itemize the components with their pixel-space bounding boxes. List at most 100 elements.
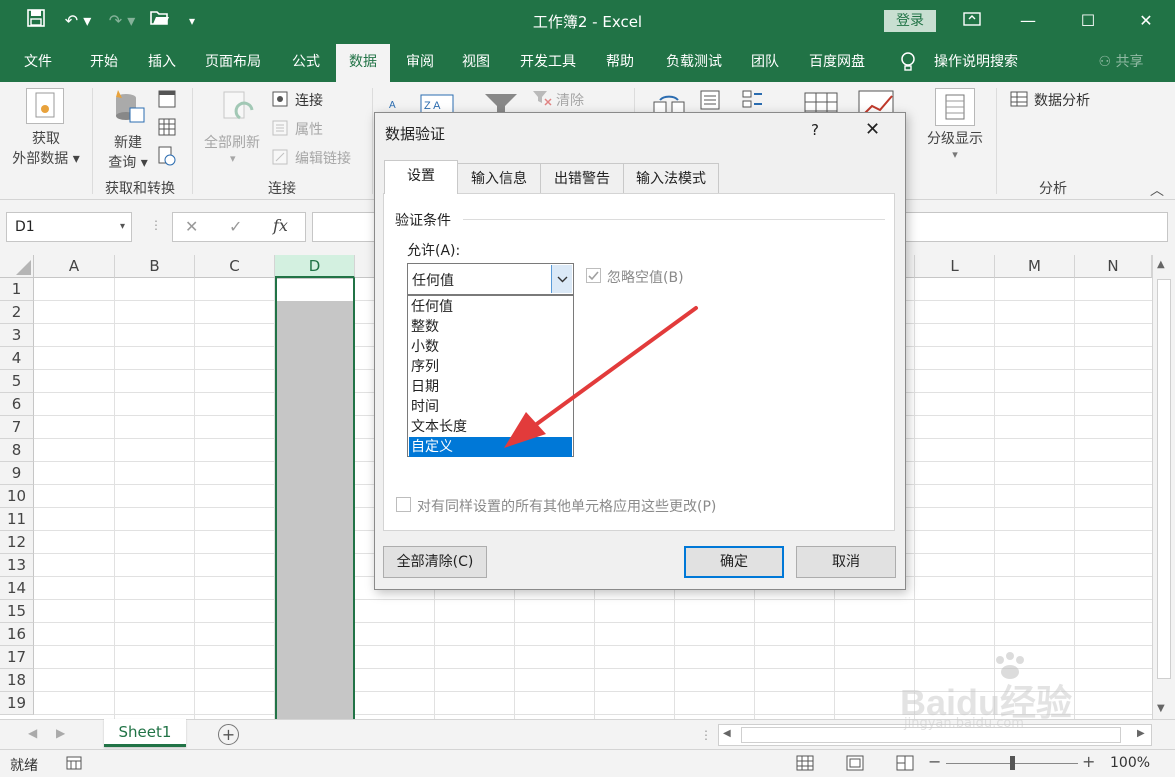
- login-button[interactable]: 登录: [884, 10, 936, 32]
- flash-fill-icon[interactable]: [700, 90, 720, 114]
- tab-help[interactable]: 帮助: [594, 42, 646, 82]
- ok-button[interactable]: 确定: [684, 546, 784, 578]
- tab-file[interactable]: 文件: [12, 42, 64, 82]
- page-break-view-icon[interactable]: [896, 755, 914, 775]
- row-header[interactable]: 1: [0, 278, 34, 301]
- tab-view[interactable]: 视图: [450, 42, 502, 82]
- column-header[interactable]: L: [915, 255, 995, 278]
- cancel-entry-icon[interactable]: ✕: [185, 217, 198, 236]
- tab-formulas[interactable]: 公式: [280, 42, 332, 82]
- row-header[interactable]: 2: [0, 301, 34, 324]
- allow-select[interactable]: 任何值: [407, 263, 574, 295]
- allow-dropdown-button[interactable]: [551, 265, 572, 293]
- minimize-icon[interactable]: —: [1008, 8, 1048, 34]
- column-header[interactable]: A: [34, 255, 115, 278]
- close-window-icon[interactable]: ✕: [1126, 8, 1166, 34]
- tab-data[interactable]: 数据: [336, 44, 390, 82]
- name-box-dropdown-icon[interactable]: ▾: [120, 213, 125, 241]
- active-cell-d1[interactable]: [277, 279, 353, 301]
- confirm-entry-icon[interactable]: ✓: [229, 217, 242, 236]
- row-header[interactable]: 5: [0, 370, 34, 393]
- connections-button[interactable]: 连接: [295, 90, 323, 110]
- tab-page-layout[interactable]: 页面布局: [196, 42, 270, 82]
- column-header[interactable]: C: [195, 255, 275, 278]
- scroll-right-icon[interactable]: ▶: [1137, 728, 1145, 739]
- select-all-corner[interactable]: [0, 255, 34, 278]
- tab-team[interactable]: 团队: [740, 42, 790, 82]
- refresh-dropdown-icon[interactable]: ▾: [230, 152, 236, 165]
- refresh-all-button[interactable]: 全部刷新: [204, 132, 260, 152]
- dialog-help-button[interactable]: ?: [811, 121, 819, 139]
- row-header[interactable]: 6: [0, 393, 34, 416]
- properties-button[interactable]: 属性: [295, 119, 323, 139]
- row-header[interactable]: 4: [0, 347, 34, 370]
- row-header[interactable]: 10: [0, 485, 34, 508]
- show-queries-icon[interactable]: [158, 90, 176, 112]
- tell-me-search[interactable]: 操作说明搜索: [926, 42, 1026, 82]
- sheet-tab-sheet1[interactable]: Sheet1: [104, 719, 186, 747]
- zoom-out-icon[interactable]: −: [928, 752, 941, 771]
- cancel-button[interactable]: 取消: [796, 546, 896, 578]
- row-header[interactable]: 11: [0, 508, 34, 531]
- row-header[interactable]: 12: [0, 531, 34, 554]
- selected-column-d[interactable]: [275, 278, 355, 719]
- add-sheet-icon[interactable]: +: [218, 724, 239, 745]
- scroll-up-icon[interactable]: ▲: [1157, 259, 1165, 270]
- column-header[interactable]: B: [115, 255, 195, 278]
- tab-review[interactable]: 审阅: [394, 42, 446, 82]
- collapse-ribbon-icon[interactable]: ︿: [1150, 180, 1164, 200]
- recent-sources-icon[interactable]: [158, 146, 176, 170]
- edit-links-button[interactable]: 编辑链接: [295, 148, 351, 168]
- ignore-blank-checkbox[interactable]: [586, 268, 601, 283]
- from-table-icon[interactable]: [158, 118, 176, 140]
- row-header[interactable]: 7: [0, 416, 34, 439]
- ribbon-display-icon[interactable]: [952, 8, 992, 34]
- zoom-in-icon[interactable]: +: [1082, 752, 1095, 771]
- scroll-down-icon[interactable]: ▼: [1157, 703, 1165, 714]
- tab-insert[interactable]: 插入: [136, 42, 188, 82]
- normal-view-icon[interactable]: [796, 755, 814, 775]
- get-external-data-button[interactable]: 获取 外部数据 ▾: [8, 128, 84, 168]
- tab-load-test[interactable]: 负载测试: [656, 42, 732, 82]
- apply-all-checkbox[interactable]: [396, 497, 411, 512]
- vertical-scrollbar[interactable]: ▲ ▼: [1152, 255, 1175, 719]
- macro-record-icon[interactable]: [66, 755, 82, 775]
- dialog-close-icon[interactable]: ✕: [865, 119, 880, 140]
- row-header[interactable]: 8: [0, 439, 34, 462]
- remove-duplicates-icon[interactable]: [742, 90, 764, 114]
- tab-baidu-netdisk[interactable]: 百度网盘: [800, 42, 874, 82]
- zoom-slider-thumb[interactable]: [1010, 756, 1015, 770]
- tab-input-message[interactable]: 输入信息: [457, 163, 541, 193]
- new-query-button[interactable]: 新建 查询 ▾: [100, 132, 156, 172]
- row-header[interactable]: 9: [0, 462, 34, 485]
- tab-settings[interactable]: 设置: [384, 160, 458, 194]
- row-header[interactable]: 13: [0, 554, 34, 577]
- vertical-scroll-thumb[interactable]: [1157, 279, 1171, 679]
- page-layout-view-icon[interactable]: [846, 755, 864, 775]
- maximize-icon[interactable]: ☐: [1068, 8, 1108, 34]
- row-header[interactable]: 16: [0, 623, 34, 646]
- column-header[interactable]: M: [995, 255, 1075, 278]
- clear-all-button[interactable]: 全部清除(C): [383, 546, 487, 578]
- prev-sheet-icon[interactable]: ◀: [28, 726, 37, 740]
- row-header[interactable]: 15: [0, 600, 34, 623]
- row-header[interactable]: 14: [0, 577, 34, 600]
- tab-split-handle[interactable]: ⋮: [700, 728, 712, 742]
- insert-function-icon[interactable]: fx: [273, 216, 288, 235]
- tab-error-alert[interactable]: 出错警告: [540, 163, 624, 193]
- data-analysis-button[interactable]: 数据分析: [1034, 90, 1090, 110]
- row-header[interactable]: 17: [0, 646, 34, 669]
- tab-home[interactable]: 开始: [78, 42, 130, 82]
- tab-developer[interactable]: 开发工具: [510, 42, 586, 82]
- clear-filter-button[interactable]: 清除: [556, 90, 584, 110]
- next-sheet-icon[interactable]: ▶: [56, 726, 65, 740]
- zoom-level[interactable]: 100%: [1110, 755, 1150, 771]
- scroll-left-icon[interactable]: ◀: [723, 728, 731, 739]
- column-header[interactable]: D: [275, 255, 355, 278]
- row-header[interactable]: 19: [0, 692, 34, 715]
- outline-button[interactable]: 分级显示 ▾: [918, 128, 992, 161]
- name-box[interactable]: D1 ▾: [6, 212, 132, 242]
- column-header[interactable]: N: [1075, 255, 1152, 278]
- row-header[interactable]: 18: [0, 669, 34, 692]
- tab-ime-mode[interactable]: 输入法模式: [623, 163, 719, 193]
